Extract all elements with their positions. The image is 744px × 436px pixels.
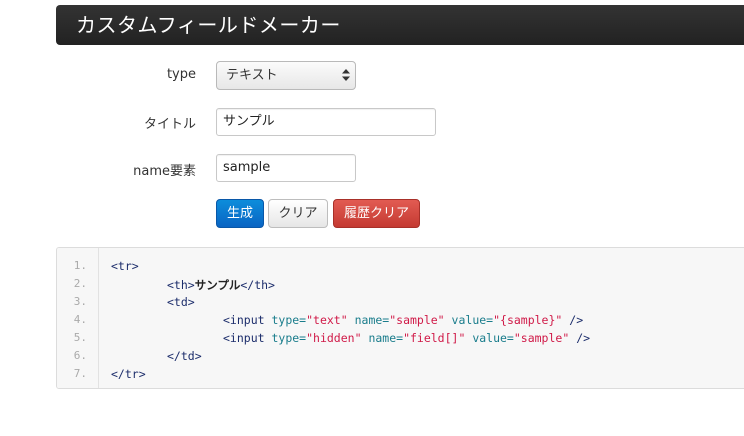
name-input[interactable]: sample xyxy=(216,154,356,182)
line-number: 6. xyxy=(73,349,87,362)
code-attr: value= xyxy=(472,331,514,345)
code-tag: /> xyxy=(576,331,591,345)
code-line: </td> xyxy=(167,349,202,363)
code-tag: <th> xyxy=(167,278,195,292)
code-value: "{sample}" xyxy=(493,313,563,327)
code-tag: </td> xyxy=(167,349,202,363)
generate-button[interactable]: 生成 xyxy=(216,199,264,228)
code-value: "hidden" xyxy=(306,331,362,345)
type-select[interactable]: テキスト xyxy=(216,61,356,90)
code-value: "text" xyxy=(306,313,348,327)
code-tag: <input xyxy=(223,331,265,345)
line-number: 1. xyxy=(73,259,87,272)
code-tag: <input xyxy=(223,313,265,327)
title-label: タイトル xyxy=(143,117,196,132)
code-attr: name= xyxy=(354,313,390,327)
code-tag: /> xyxy=(569,313,584,327)
type-label: type xyxy=(166,67,196,82)
code-tag: <td> xyxy=(167,295,195,309)
title-input[interactable]: サンプル xyxy=(216,108,436,136)
line-number-gutter: 1. 2. 3. 4. 5. 6. 7. xyxy=(57,248,99,388)
line-number: 5. xyxy=(73,331,87,344)
line-number: 7. xyxy=(73,367,87,380)
code-line: <td> xyxy=(167,295,195,309)
line-number: 2. xyxy=(73,277,87,290)
line-number: 4. xyxy=(73,313,87,326)
code-line: <input type="text" name="sample" value="… xyxy=(223,313,583,327)
select-arrows-icon xyxy=(342,69,350,81)
page-title: カスタムフィールドメーカー xyxy=(76,13,341,37)
code-value: "sample" xyxy=(389,313,445,327)
code-line: </tr> xyxy=(111,367,146,381)
code-value: "sample" xyxy=(513,331,570,345)
code-line: <input type="hidden" name="field[]" valu… xyxy=(223,331,590,345)
app-header: カスタムフィールドメーカー xyxy=(56,5,744,45)
type-select-value: テキスト xyxy=(226,68,278,83)
code-attr: name= xyxy=(368,331,404,345)
clear-button[interactable]: クリア xyxy=(268,199,328,228)
code-tag: <tr> xyxy=(111,259,139,273)
code-attr: type= xyxy=(271,331,307,345)
code-attr: value= xyxy=(451,313,494,327)
code-output[interactable]: 1. 2. 3. 4. 5. 6. 7. <tr> <th>サンプル</th> … xyxy=(56,247,744,389)
code-line: <tr> xyxy=(111,259,139,273)
code-value: "field[]" xyxy=(403,331,466,345)
clear-history-button[interactable]: 履歴クリア xyxy=(333,199,420,228)
code-text: サンプル xyxy=(194,278,241,292)
line-number: 3. xyxy=(73,295,87,308)
code-tag: </tr> xyxy=(111,367,146,381)
name-label: name要素 xyxy=(133,164,196,179)
code-line: <th>サンプル</th> xyxy=(167,277,275,293)
code-attr: type= xyxy=(271,313,307,327)
code-tag: </th> xyxy=(240,278,275,292)
